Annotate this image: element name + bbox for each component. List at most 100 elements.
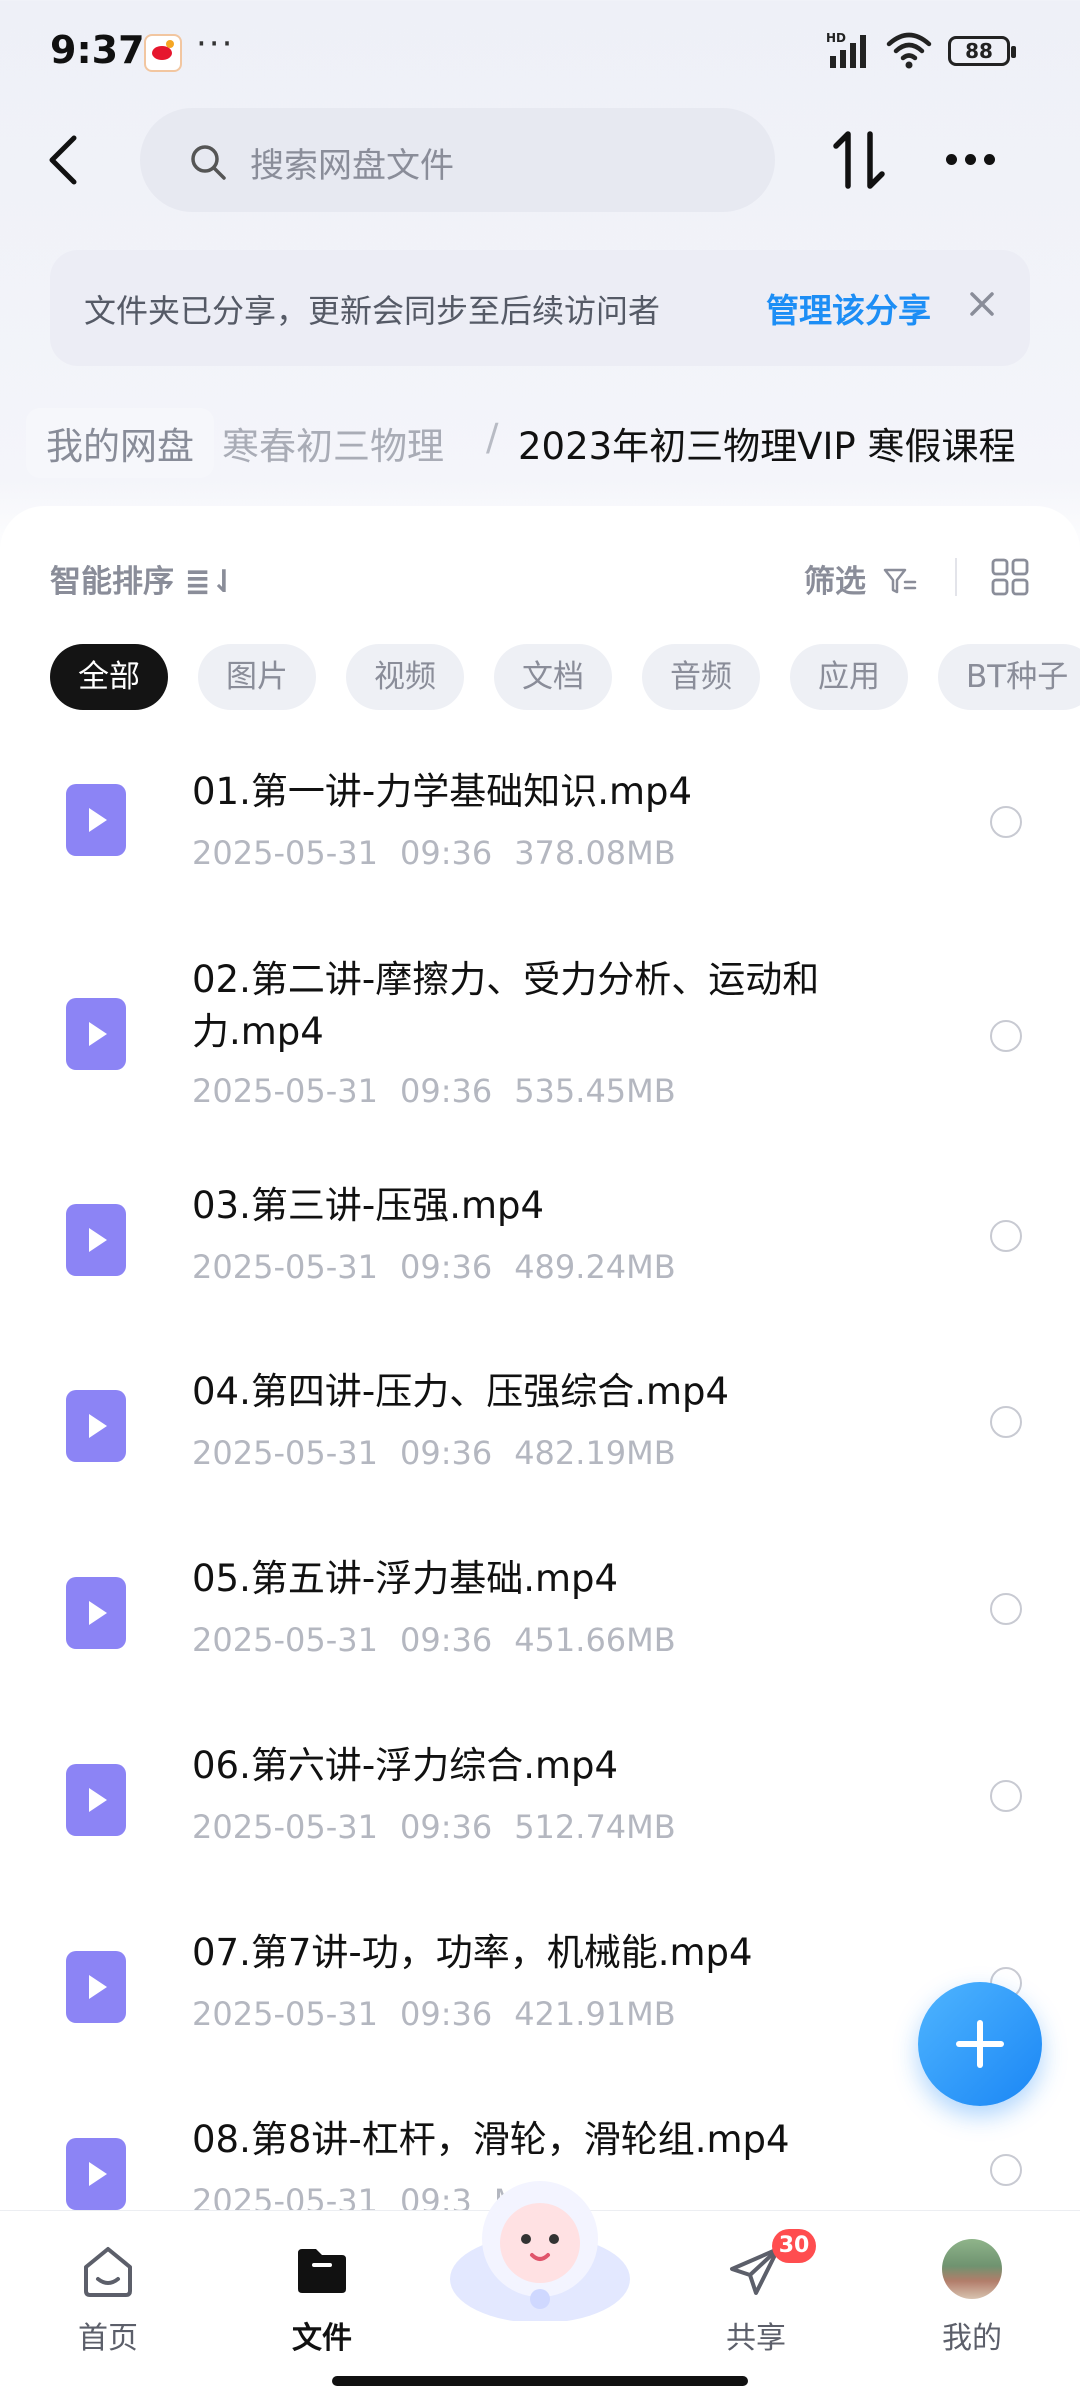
file-name: 01.第一讲-力学基础知识.mp4: [192, 770, 693, 813]
file-meta: 2025-05-31 09:36 451.66MB: [192, 1621, 698, 1659]
file-name: 07.第7讲-功，功率，机械能.mp4: [192, 1931, 753, 1974]
file-meta: 2025-05-31 09:36 535.45MB: [192, 1072, 698, 1110]
file-size: 512.74MB: [514, 1808, 676, 1846]
file-meta: 2025-05-31 09:36 421.91MB: [192, 1995, 698, 2033]
list-item[interactable]: 06.第六讲-浮力综合.mp4 2025-05-31 09:36 512.74MB: [0, 1740, 1080, 1890]
nav-me[interactable]: 我的: [902, 2231, 1042, 2371]
file-date: 2025-05-31: [192, 1995, 378, 2033]
filter-label: 筛选: [804, 564, 866, 600]
transfer-arrows-icon[interactable]: [830, 128, 890, 192]
breadcrumb-separator: /: [486, 416, 499, 459]
file-time: 09:36: [399, 1248, 493, 1286]
notification-badge: 30: [772, 2229, 816, 2263]
file-date: 2025-05-31: [192, 1248, 378, 1286]
manage-share-link[interactable]: 管理该分享: [766, 284, 931, 332]
list-item[interactable]: 03.第三讲-压强.mp4 2025-05-31 09:36 489.24MB: [0, 1180, 1080, 1330]
file-name: 06.第六讲-浮力综合.mp4: [192, 1744, 619, 1787]
file-date: 2025-05-31: [192, 1808, 378, 1846]
add-button[interactable]: [918, 1982, 1042, 2106]
file-time: 09:36: [399, 1995, 493, 2033]
list-item[interactable]: 05.第五讲-浮力基础.mp4 2025-05-31 09:36 451.66MB: [0, 1553, 1080, 1703]
filter-chip-bar: 全部 图片 视频 文档 音频 应用 BT种子: [50, 644, 1080, 710]
filter-button[interactable]: 筛选: [804, 556, 917, 601]
smart-sort-button[interactable]: 智能排序 ≣⇃: [50, 556, 237, 601]
file-size: 535.45MB: [514, 1072, 676, 1110]
video-file-icon: [66, 1390, 126, 1462]
breadcrumb: 寒春初三物理 我的网盘 / 2023年初三物理VIP 寒假课程: [0, 400, 1080, 480]
file-name: 02.第二讲-摩擦力、受力分析、运动和力.mp4: [192, 958, 820, 1053]
filter-icon: [883, 568, 917, 594]
chip-videos[interactable]: 视频: [346, 644, 464, 710]
nav-files[interactable]: 文件: [252, 2231, 392, 2371]
chip-all[interactable]: 全部: [50, 644, 168, 710]
chip-bt-torrents[interactable]: BT种子: [938, 644, 1080, 710]
select-checkbox[interactable]: [990, 1780, 1022, 1812]
search-input[interactable]: 搜索网盘文件: [140, 108, 775, 212]
chip-apps[interactable]: 应用: [790, 644, 908, 710]
list-item[interactable]: 04.第四讲-压力、压强综合.mp4 2025-05-31 09:36 482.19…: [0, 1366, 1080, 1516]
back-arrow-icon[interactable]: [36, 130, 96, 190]
breadcrumb-root[interactable]: 我的网盘: [26, 408, 214, 478]
network-type-label: HD: [826, 31, 846, 45]
file-date: 2025-05-31: [192, 1434, 378, 1472]
share-notice-text: 文件夹已分享，更新会同步至后续访问者: [84, 292, 661, 330]
search-icon: [191, 145, 226, 180]
video-file-icon: [66, 1764, 126, 1836]
cellular-signal-icon: HD: [826, 31, 866, 68]
list-item[interactable]: 01.第一讲-力学基础知识.mp4 2025-05-31 09:36 378.08M…: [0, 760, 1080, 910]
avatar: [942, 2239, 1002, 2299]
select-checkbox[interactable]: [990, 1220, 1022, 1252]
home-indicator: [332, 2376, 748, 2386]
select-checkbox[interactable]: [990, 1406, 1022, 1438]
file-meta: 2025-05-31 09:36 378.08MB: [192, 834, 698, 872]
folder-icon: [298, 2249, 346, 2293]
wifi-icon: [886, 32, 932, 69]
file-meta: 2025-05-31 09:36 482.19MB: [192, 1434, 698, 1472]
chip-audio[interactable]: 音频: [642, 644, 760, 710]
more-options-icon[interactable]: [946, 150, 1006, 170]
select-checkbox[interactable]: [990, 806, 1022, 838]
video-file-icon: [66, 2138, 126, 2210]
file-date: 2025-05-31: [192, 834, 378, 872]
file-time: 09:36: [399, 1808, 493, 1846]
close-icon[interactable]: [962, 284, 1002, 324]
nav-home-label: 首页: [78, 2321, 138, 2356]
search-placeholder: 搜索网盘文件: [250, 146, 454, 186]
grid-view-icon[interactable]: [990, 557, 1030, 597]
video-file-icon: [66, 1204, 126, 1276]
share-notice-banner: 文件夹已分享，更新会同步至后续访问者 管理该分享: [50, 250, 1030, 366]
status-bar: 9:37 ··· HD 88: [0, 0, 1080, 100]
chip-documents[interactable]: 文档: [494, 644, 612, 710]
chip-images[interactable]: 图片: [198, 644, 316, 710]
file-date: 2025-05-31: [192, 1072, 378, 1110]
nav-share-label: 共享: [726, 2321, 786, 2356]
file-date: 2025-05-31: [192, 1621, 378, 1659]
file-meta: 2025-05-31 09:36 512.74MB: [192, 1808, 698, 1846]
select-checkbox[interactable]: [990, 1593, 1022, 1625]
file-size: 482.19MB: [514, 1434, 676, 1472]
file-name: 03.第三讲-压强.mp4: [192, 1184, 545, 1227]
breadcrumb-current: 2023年初三物理VIP 寒假课程: [518, 425, 1016, 468]
status-time: 9:37: [50, 28, 145, 72]
video-file-icon: [66, 1577, 126, 1649]
file-date: 2025-05-31: [192, 2182, 378, 2210]
file-time: 09:36: [399, 1434, 493, 1472]
file-name: 05.第五讲-浮力基础.mp4: [192, 1557, 619, 1600]
file-time: 09:36: [399, 1072, 493, 1110]
weibo-notification-icon: [144, 34, 182, 72]
file-size: 421.91MB: [514, 1995, 676, 2033]
list-item[interactable]: 02.第二讲-摩擦力、受力分析、运动和力.mp4 2025-05-31 09:36…: [0, 948, 1080, 1120]
file-time: 09:36: [399, 834, 493, 872]
nav-home[interactable]: 首页: [38, 2231, 178, 2371]
file-size: 378.08MB: [514, 834, 676, 872]
select-checkbox[interactable]: [990, 2154, 1022, 2186]
breadcrumb-parent[interactable]: 寒春初三物理: [222, 416, 444, 470]
select-checkbox[interactable]: [990, 1020, 1022, 1052]
mascot-icon[interactable]: [440, 2171, 640, 2321]
file-name: 04.第四讲-压力、压强综合.mp4: [192, 1370, 730, 1413]
more-notifications-indicator: ···: [196, 24, 235, 64]
nav-share[interactable]: 30 共享: [686, 2229, 826, 2371]
bottom-navigation: 首页 文件 30 共享 我的: [0, 2181, 1080, 2401]
video-file-icon: [66, 1951, 126, 2023]
video-file-icon: [66, 998, 126, 1070]
